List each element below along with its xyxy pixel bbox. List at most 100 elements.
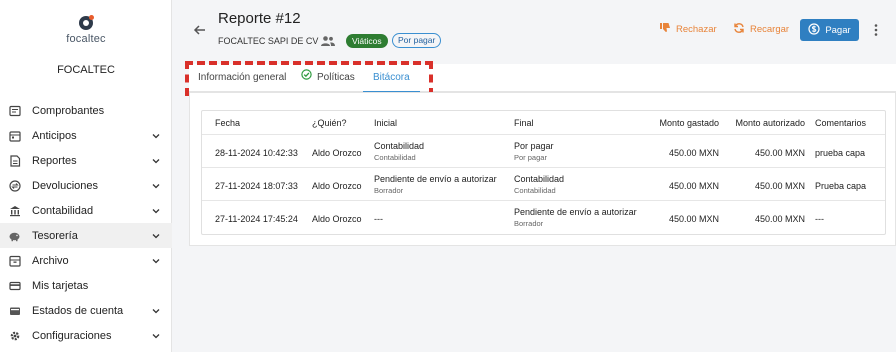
- logo-icon: [79, 15, 94, 30]
- chevron-down-icon: [152, 257, 160, 265]
- cell-final: Por pagar Por pagar: [514, 141, 554, 162]
- cell-monto-autorizado: 450.00 MXN: [754, 148, 805, 158]
- back-arrow-icon[interactable]: [192, 22, 208, 38]
- sidebar-item-label: Configuraciones: [32, 329, 112, 342]
- sidebar-item-label: Mis tarjetas: [32, 279, 89, 292]
- tab-label: Políticas: [317, 72, 355, 83]
- reload-label: Recargar: [750, 24, 790, 35]
- cell-quien: Aldo Orozco: [312, 214, 362, 224]
- cell-inicial-text: Pendiente de envío a autorizar: [374, 174, 497, 184]
- sidebar-item-configuraciones[interactable]: Configuraciones: [0, 323, 172, 348]
- table-row: 27-11-2024 17:45:24 Aldo Orozco --- Pend…: [202, 201, 885, 234]
- sidebar-item-mis-tarjetas[interactable]: Mis tarjetas: [0, 273, 172, 298]
- chevron-down-icon: [152, 307, 160, 315]
- cell-monto-autorizado: 450.00 MXN: [754, 214, 805, 224]
- sidebar-item-label: Comprobantes: [32, 104, 105, 117]
- people-icon[interactable]: [320, 34, 336, 46]
- pay-button[interactable]: Pagar: [800, 19, 859, 41]
- cell-inicial: ---: [374, 214, 383, 224]
- column-header-fecha: Fecha: [215, 118, 241, 128]
- sidebar-item-label: Contabilidad: [32, 204, 94, 217]
- cell-monto-gastado: 450.00 MXN: [668, 148, 719, 158]
- column-header-monto-autorizado: Monto autorizado: [735, 118, 805, 128]
- cell-final-text: Por pagar: [514, 141, 554, 151]
- cell-fecha: 27-11-2024 17:45:24: [215, 214, 298, 224]
- cell-final-text: Contabilidad: [514, 174, 565, 184]
- cell-comentarios: ---: [815, 214, 824, 224]
- check-circle-icon: [301, 64, 312, 92]
- cell-monto-autorizado: 450.00 MXN: [754, 181, 805, 191]
- cell-final-sub: Contabilidad: [514, 186, 556, 195]
- column-header-comentarios: Comentarios: [815, 118, 867, 128]
- log-card: Fecha ¿Quién? Inicial Final Monto gastad…: [189, 92, 896, 246]
- brand-logo[interactable]: focaltec: [62, 15, 110, 45]
- tab-politicas[interactable]: Políticas: [301, 64, 355, 92]
- sidebar-item-devoluciones[interactable]: Devoluciones: [0, 173, 172, 198]
- reject-button[interactable]: Rechazar: [659, 22, 717, 36]
- chevron-down-icon: [152, 332, 160, 340]
- cell-quien: Aldo Orozco: [312, 148, 362, 158]
- chevron-down-icon: [152, 232, 160, 240]
- page-title: Reporte #12: [218, 10, 301, 27]
- dollar-icon: [808, 22, 820, 38]
- tab-bar: Información general Políticas Bitácora: [189, 64, 896, 93]
- company-subtitle: FOCALTEC SAPI DE CV: [218, 36, 319, 46]
- table-row: 27-11-2024 18:07:33 Aldo Orozco Pendient…: [202, 168, 885, 201]
- cell-final-sub: Por pagar: [514, 153, 547, 162]
- calendar-icon: [8, 130, 21, 142]
- archive-icon: [8, 255, 21, 267]
- sidebar-item-label: Anticipos: [32, 129, 77, 142]
- cell-comentarios: prueba capa: [815, 148, 866, 158]
- column-header-monto-gastado: Monto gastado: [659, 118, 719, 128]
- cell-final-sub: Borrador: [514, 219, 544, 228]
- cell-quien: Aldo Orozco: [312, 181, 362, 191]
- badge-type: Viáticos: [346, 34, 388, 48]
- chevron-down-icon: [152, 157, 160, 165]
- sidebar-item-comprobantes[interactable]: Comprobantes: [0, 98, 172, 123]
- tab-label: Bitácora: [373, 72, 410, 83]
- sidebar-item-tesoreria[interactable]: Tesorería: [0, 223, 172, 248]
- bank-icon: [8, 205, 21, 217]
- pay-label: Pagar: [825, 24, 851, 36]
- cell-fecha: 27-11-2024 18:07:33: [215, 181, 298, 191]
- sidebar-item-contabilidad[interactable]: Contabilidad: [0, 198, 172, 223]
- table-header-row: Fecha ¿Quién? Inicial Final Monto gastad…: [202, 111, 885, 135]
- chevron-down-icon: [152, 207, 160, 215]
- tab-label: Información general: [198, 72, 287, 83]
- wallet-icon: [8, 305, 21, 317]
- more-vert-icon[interactable]: [872, 22, 880, 38]
- thumbs-down-icon: [659, 22, 671, 36]
- reload-button[interactable]: Recargar: [733, 22, 789, 37]
- sidebar-item-reportes[interactable]: Reportes: [0, 148, 172, 173]
- cell-monto-gastado: 450.00 MXN: [668, 181, 719, 191]
- sidebar-item-anticipos[interactable]: Anticipos: [0, 123, 172, 148]
- sidebar-nav: Comprobantes Anticipos Reportes Devoluci…: [0, 98, 172, 348]
- logo-text: focaltec: [66, 33, 106, 45]
- cell-inicial: Contabilidad Contabilidad: [374, 141, 424, 162]
- column-header-inicial: Inicial: [374, 118, 398, 128]
- chevron-down-icon: [152, 182, 160, 190]
- sidebar-item-estados-de-cuenta[interactable]: Estados de cuenta: [0, 298, 172, 323]
- cell-monto-gastado: 450.00 MXN: [668, 214, 719, 224]
- chevron-down-icon: [152, 132, 160, 140]
- gear-icon: [8, 330, 21, 342]
- report-icon: [8, 154, 21, 167]
- cell-final: Pendiente de envío a autorizar Borrador: [514, 207, 637, 228]
- cell-final-text: Pendiente de envío a autorizar: [514, 207, 637, 217]
- column-header-quien: ¿Quién?: [312, 118, 347, 128]
- receipt-icon: [8, 105, 21, 117]
- sidebar-item-label: Estados de cuenta: [32, 304, 124, 317]
- sidebar-item-archivo[interactable]: Archivo: [0, 248, 172, 273]
- log-table: Fecha ¿Quién? Inicial Final Monto gastad…: [201, 110, 886, 235]
- cell-inicial-sub: Borrador: [374, 186, 404, 195]
- sidebar: focaltec FOCALTEC Comprobantes Anticipos…: [0, 0, 172, 352]
- column-header-final: Final: [514, 118, 534, 128]
- sidebar-item-label: Devoluciones: [32, 179, 99, 192]
- tab-informacion-general[interactable]: Información general: [198, 64, 286, 92]
- tab-bitacora[interactable]: Bitácora: [363, 64, 420, 93]
- company-name: FOCALTEC: [57, 64, 115, 76]
- cell-inicial-sub: Contabilidad: [374, 153, 416, 162]
- reject-label: Rechazar: [676, 23, 717, 35]
- sidebar-item-label: Tesorería: [32, 229, 78, 242]
- cell-fecha: 28-11-2024 10:42:33: [215, 148, 298, 158]
